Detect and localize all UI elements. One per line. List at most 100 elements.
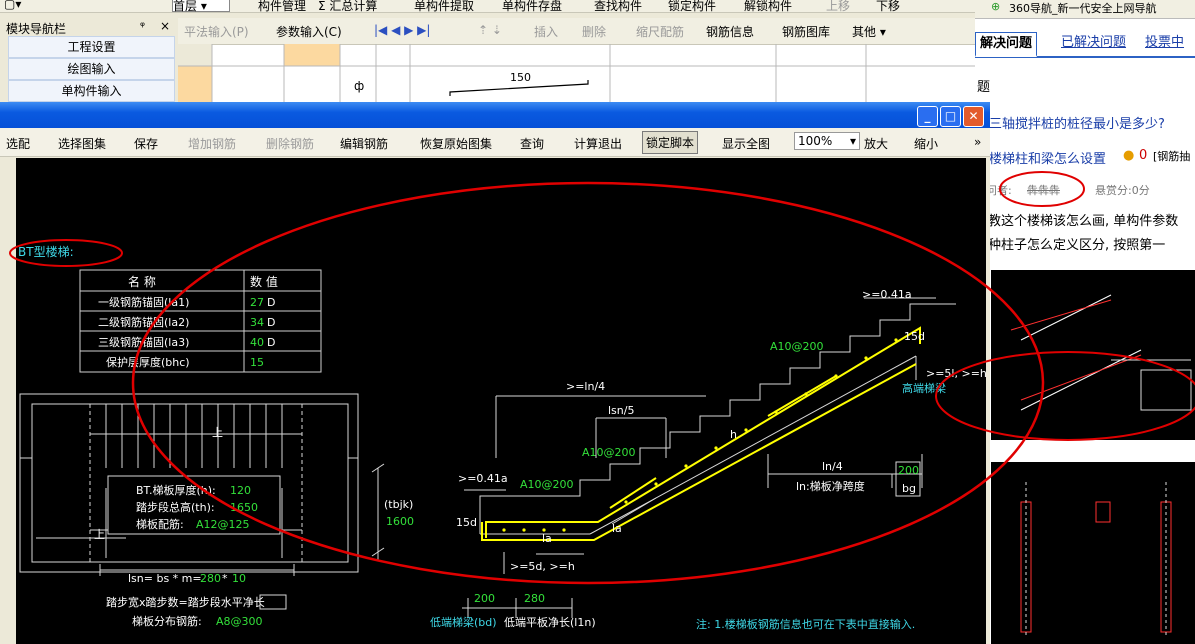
module-nav: 模块导航栏 ᵠ × 工程设置 绘图输入 单构件输入: [0, 18, 178, 102]
move-down-button[interactable]: 下移: [876, 0, 900, 12]
low-plate-length-value[interactable]: 280: [524, 592, 545, 605]
stair-soffit-line: [589, 355, 917, 535]
stair-param-dialog: _ □ ✕ 选配 选择图集 保存 增加钢筋 删除钢筋 编辑钢筋 恢复原始图集 查…: [0, 102, 990, 644]
close-button[interactable]: ✕: [963, 106, 984, 127]
dialog-titlebar[interactable]: _ □ ✕: [0, 102, 990, 128]
more-tools-chevron[interactable]: »: [974, 135, 981, 149]
hook-top-label: 15d: [904, 330, 925, 343]
save-component-button[interactable]: 单构件存盘: [502, 0, 562, 12]
thumbnail-stair-drawing[interactable]: [991, 270, 1195, 440]
pin-icon[interactable]: ᵠ: [140, 19, 145, 33]
asker-name[interactable]: 犇犇犇: [1027, 182, 1060, 198]
table-row-value[interactable]: 40: [250, 336, 264, 349]
anchor-top-label: >=0.41a: [862, 288, 912, 301]
cad-canvas[interactable]: BT型楼梯: 名 称 数 值 一级钢筋锚固(la1) 27 D 二级钢筋锚固(l…: [16, 158, 986, 644]
table-row-name: 二级钢筋锚固(la2): [98, 315, 189, 329]
module-nav-title: 模块导航栏: [6, 22, 67, 36]
delete-button[interactable]: 删除: [582, 23, 606, 40]
table-header-value: 数 值: [250, 274, 278, 289]
table-row-value[interactable]: 27: [250, 296, 264, 309]
question-link-2[interactable]: 楼梯柱和梁怎么设置: [989, 148, 1106, 167]
scale-rebar-button[interactable]: 缩尺配筋: [636, 23, 684, 40]
component-manage-button[interactable]: 构件管理: [258, 0, 306, 12]
lsn-m-value[interactable]: 10: [232, 572, 246, 585]
table-row-name: 保护层厚度(bhc): [106, 355, 190, 369]
lock-component-button[interactable]: 锁定构件: [668, 0, 716, 12]
zoom-select[interactable]: 100% ▾: [794, 132, 860, 150]
find-component-button[interactable]: 查找构件: [594, 0, 642, 12]
nav-item-project-settings[interactable]: 工程设置: [8, 36, 175, 58]
tab-voting[interactable]: 投票中: [1145, 32, 1184, 54]
new-icon[interactable]: ▢▾: [4, 0, 21, 11]
table-row-unit: D: [267, 296, 275, 309]
select-config-button[interactable]: 选配: [6, 135, 30, 152]
la-label: la: [612, 522, 622, 535]
tab-solved[interactable]: 已解决问题: [1061, 32, 1126, 54]
low-beam-width-value[interactable]: 200: [474, 592, 495, 605]
nav-item-drawing-input[interactable]: 绘图输入: [8, 58, 175, 80]
question-link-1[interactable]: 三轴搅拌桩的桩径最小是多少?: [989, 113, 1165, 132]
rebar-value[interactable]: A12@125: [196, 518, 250, 531]
thickness-h-label: h: [730, 428, 737, 441]
table-row-value[interactable]: 34: [250, 316, 264, 329]
extract-component-button[interactable]: 单构件提取: [414, 0, 474, 12]
question2-score: 0: [1139, 148, 1148, 163]
grid-length: 150: [510, 71, 531, 84]
top-rebar-spec[interactable]: A10@200: [770, 340, 824, 353]
maximize-button[interactable]: □: [940, 106, 961, 127]
lock-script-button[interactable]: 锁定脚本: [642, 131, 699, 154]
save-button[interactable]: 保存: [134, 135, 158, 152]
drawing-title: BT型楼梯:: [18, 244, 74, 259]
question-tabs: 解决问题 已解决问题 投票中: [975, 30, 1195, 58]
unlock-component-button[interactable]: 解锁构件: [744, 0, 792, 12]
edit-rebar-button[interactable]: 编辑钢筋: [340, 135, 388, 152]
table-row-name: 一级钢筋锚固(la1): [98, 295, 189, 309]
tab-unsolved[interactable]: 解决问题: [975, 32, 1038, 57]
side-text: 题: [977, 80, 991, 95]
move-up-button[interactable]: 上移: [826, 0, 850, 12]
nav-link-360[interactable]: 360导航_新一代安全上网导航: [1009, 0, 1157, 16]
zoom-in-button[interactable]: 放大: [864, 135, 888, 152]
insert-button[interactable]: 插入: [534, 23, 558, 40]
plus-icon: ⊕: [991, 0, 1001, 13]
nav-arrows-icon[interactable]: |◀ ◀ ▶ ▶|: [374, 23, 430, 37]
calc-exit-button[interactable]: 计算退出: [574, 135, 622, 152]
close-icon[interactable]: ×: [160, 19, 170, 33]
distribution-rebar-dots: [502, 338, 898, 532]
multiply-sign: *: [222, 572, 228, 585]
dist-rebar-value[interactable]: A8@300: [216, 615, 263, 628]
mid-rebar-spec[interactable]: A10@200: [582, 446, 636, 459]
floor-select[interactable]: 首层 ▾: [172, 0, 230, 12]
flat-input-button[interactable]: 平法输入(P): [184, 23, 249, 40]
rebar-table[interactable]: ф 150: [178, 44, 975, 102]
bg-value[interactable]: 200: [898, 464, 919, 477]
delete-rebar-button[interactable]: 删除钢筋: [266, 135, 314, 152]
table-row-unit: D: [267, 316, 275, 329]
rebar-library-button[interactable]: 钢筋图库: [782, 23, 830, 40]
question-body-line1: 请教这个楼梯该怎么画, 单构件参数: [975, 214, 1179, 229]
query-button[interactable]: 查询: [520, 135, 544, 152]
tbjk-value[interactable]: 1600: [386, 515, 414, 528]
minimize-button[interactable]: _: [917, 106, 938, 127]
summary-calc-button[interactable]: Σ 汇总计算: [318, 0, 377, 12]
restore-atlas-button[interactable]: 恢复原始图集: [420, 135, 492, 152]
show-all-button[interactable]: 显示全图: [722, 135, 770, 152]
rebar-info-button[interactable]: 钢筋信息: [706, 23, 754, 40]
height-value[interactable]: 1650: [230, 501, 258, 514]
lsn-bs-value[interactable]: 280: [200, 572, 221, 585]
coin-icon: ●: [1123, 148, 1135, 163]
thickness-value[interactable]: 120: [230, 484, 251, 497]
other-menu-button[interactable]: 其他 ▾: [852, 23, 886, 40]
table-row-value[interactable]: 15: [250, 356, 264, 369]
nav-item-single-component-input[interactable]: 单构件输入: [8, 80, 175, 102]
zoom-value: 100%: [798, 134, 833, 148]
rebar-grid-panel: 平法输入(P) 参数输入(C) |◀ ◀ ▶ ▶| ⇡ ⇣ 插入 删除 缩尺配筋…: [178, 18, 975, 102]
low-rebar-spec[interactable]: A10@200: [520, 478, 574, 491]
arrow-up-down-icon[interactable]: ⇡ ⇣: [478, 23, 502, 37]
ln-span-label: ln:梯板净跨度: [796, 479, 865, 493]
add-rebar-button[interactable]: 增加钢筋: [188, 135, 236, 152]
zoom-out-button[interactable]: 缩小: [914, 135, 938, 152]
param-input-button[interactable]: 参数输入(C): [276, 23, 342, 40]
select-atlas-button[interactable]: 选择图集: [58, 135, 106, 152]
thumbnail-column-drawing[interactable]: [991, 462, 1195, 644]
